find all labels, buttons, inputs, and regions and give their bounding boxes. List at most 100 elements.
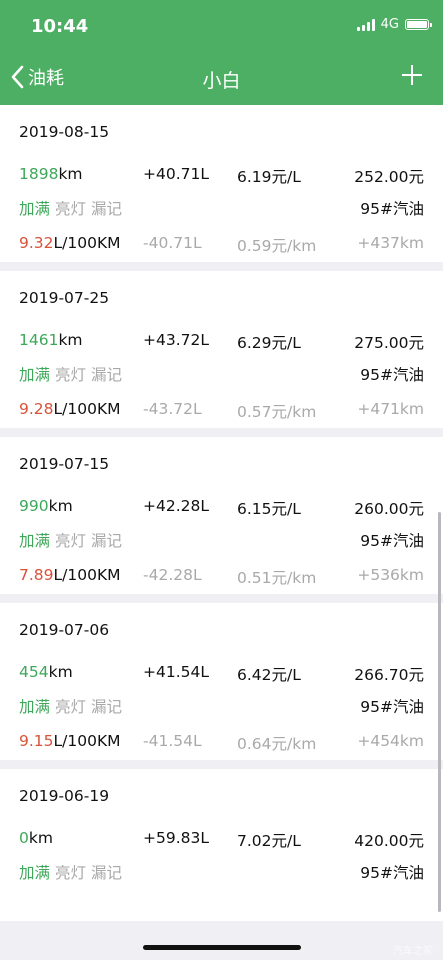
- record-date: 2019-08-15: [19, 123, 110, 141]
- tag-full-tank[interactable]: 加满: [19, 366, 50, 384]
- fuel-delta: -41.54L: [143, 732, 202, 750]
- fuel-delta: -42.28L: [143, 566, 202, 584]
- odometer-value: 0: [19, 829, 29, 847]
- record-tags: 加满 亮灯 漏记: [19, 363, 127, 385]
- fuel-cost: 420.00元: [354, 832, 424, 850]
- fuel-delta: -43.72L: [143, 400, 202, 418]
- tag-light-on[interactable]: 亮灯: [55, 698, 86, 716]
- page-title: 小白: [202, 70, 241, 92]
- distance: +536km: [357, 566, 424, 584]
- record-tags: 加满 亮灯 漏记: [19, 197, 127, 219]
- fuel-added: +43.72L: [143, 331, 209, 349]
- fuel-price: 6.15元/L: [237, 500, 301, 518]
- tag-missed[interactable]: 漏记: [91, 532, 122, 550]
- cost-per-km: 0.57元/km: [237, 403, 317, 421]
- status-time: 10:44: [31, 16, 89, 37]
- consumption-value: 7.89: [19, 566, 54, 584]
- cost-per-km: 0.51元/km: [237, 569, 317, 587]
- record-date: 2019-07-15: [19, 455, 110, 473]
- cost-per-km: 0.59元/km: [237, 237, 317, 255]
- tag-full-tank[interactable]: 加满: [19, 864, 50, 882]
- consumption-value: 9.15: [19, 732, 54, 750]
- tag-full-tank[interactable]: 加满: [19, 200, 50, 218]
- tag-missed[interactable]: 漏记: [91, 366, 122, 384]
- fuel-cost: 252.00元: [354, 168, 424, 186]
- odometer: 1461km: [19, 331, 83, 349]
- odometer-unit: km: [58, 165, 83, 183]
- fuel-record-card[interactable]: 2019-07-06 454km +41.54L 6.42元/L 266.70元…: [0, 603, 443, 760]
- consumption-value: 9.32: [19, 234, 54, 252]
- odometer-value: 1898: [19, 165, 59, 183]
- consumption-unit: L/100KM: [53, 234, 121, 252]
- consumption: 9.15L/100KM: [19, 732, 121, 750]
- fuel-price: 6.42元/L: [237, 666, 301, 684]
- add-record-button[interactable]: [401, 64, 423, 86]
- fuel-cost: 275.00元: [354, 334, 424, 352]
- odometer-unit: km: [28, 829, 53, 847]
- odometer: 454km: [19, 663, 73, 681]
- odometer-value: 990: [19, 497, 49, 515]
- watermark: 汽车之家: [393, 946, 433, 957]
- fuel-price: 7.02元/L: [237, 832, 301, 850]
- fuel-cost: 260.00元: [354, 500, 424, 518]
- tag-missed[interactable]: 漏记: [91, 698, 122, 716]
- fuel-type: 95#汽油: [360, 698, 424, 716]
- fuel-added: +41.54L: [143, 663, 209, 681]
- fuel-record-card[interactable]: 2019-07-25 1461km +43.72L 6.29元/L 275.00…: [0, 271, 443, 428]
- record-date: 2019-07-06: [19, 621, 110, 639]
- fuel-price: 6.19元/L: [237, 168, 301, 186]
- record-date: 2019-06-19: [19, 787, 110, 805]
- odometer: 990km: [19, 497, 73, 515]
- tag-light-on[interactable]: 亮灯: [55, 200, 86, 218]
- fuel-delta: -40.71L: [143, 234, 202, 252]
- tag-light-on[interactable]: 亮灯: [55, 864, 86, 882]
- fuel-added: +40.71L: [143, 165, 209, 183]
- tag-light-on[interactable]: 亮灯: [55, 532, 86, 550]
- network-label: 4G: [380, 17, 399, 32]
- consumption: 9.28L/100KM: [19, 400, 121, 418]
- fuel-record-list: 2019-08-15 1898km +40.71L 6.19元/L 252.00…: [0, 105, 443, 930]
- status-indicators: 4G: [356, 17, 432, 32]
- header-bar: 10:44 4G 油耗 小白: [0, 0, 443, 105]
- record-tags: 加满 亮灯 漏记: [19, 695, 127, 717]
- odometer-value: 1461: [19, 331, 59, 349]
- cost-per-km: 0.64元/km: [237, 735, 317, 753]
- scrollbar[interactable]: [438, 512, 441, 912]
- home-indicator[interactable]: [143, 945, 301, 950]
- fuel-record-card[interactable]: 2019-07-15 990km +42.28L 6.15元/L 260.00元…: [0, 437, 443, 594]
- tag-full-tank[interactable]: 加满: [19, 698, 50, 716]
- odometer-value: 454: [19, 663, 49, 681]
- fuel-type: 95#汽油: [360, 366, 424, 384]
- fuel-price: 6.29元/L: [237, 334, 301, 352]
- distance: +454km: [357, 732, 424, 750]
- consumption-unit: L/100KM: [53, 566, 121, 584]
- fuel-record-card[interactable]: 2019-08-15 1898km +40.71L 6.19元/L 252.00…: [0, 105, 443, 262]
- signal-icon: [356, 18, 375, 31]
- consumption-unit: L/100KM: [53, 732, 121, 750]
- odometer-unit: km: [48, 663, 73, 681]
- fuel-added: +42.28L: [143, 497, 209, 515]
- consumption-unit: L/100KM: [53, 400, 121, 418]
- record-tags: 加满 亮灯 漏记: [19, 861, 127, 883]
- odometer: 0km: [19, 829, 53, 847]
- odometer: 1898km: [19, 165, 83, 183]
- fuel-cost: 266.70元: [354, 666, 424, 684]
- fuel-record-card[interactable]: 2019-06-19 0km +59.83L 7.02元/L 420.00元 加…: [0, 769, 443, 921]
- consumption: 7.89L/100KM: [19, 566, 121, 584]
- tag-light-on[interactable]: 亮灯: [55, 366, 86, 384]
- fuel-type: 95#汽油: [360, 864, 424, 882]
- battery-icon: [405, 19, 432, 30]
- tag-missed[interactable]: 漏记: [91, 864, 122, 882]
- odometer-unit: km: [48, 497, 73, 515]
- fuel-type: 95#汽油: [360, 200, 424, 218]
- fuel-type: 95#汽油: [360, 532, 424, 550]
- consumption: 9.32L/100KM: [19, 234, 121, 252]
- record-date: 2019-07-25: [19, 289, 110, 307]
- tag-full-tank[interactable]: 加满: [19, 532, 50, 550]
- record-tags: 加满 亮灯 漏记: [19, 529, 127, 551]
- tag-missed[interactable]: 漏记: [91, 200, 122, 218]
- distance: +471km: [357, 400, 424, 418]
- fuel-added: +59.83L: [143, 829, 209, 847]
- odometer-unit: km: [58, 331, 83, 349]
- distance: +437km: [357, 234, 424, 252]
